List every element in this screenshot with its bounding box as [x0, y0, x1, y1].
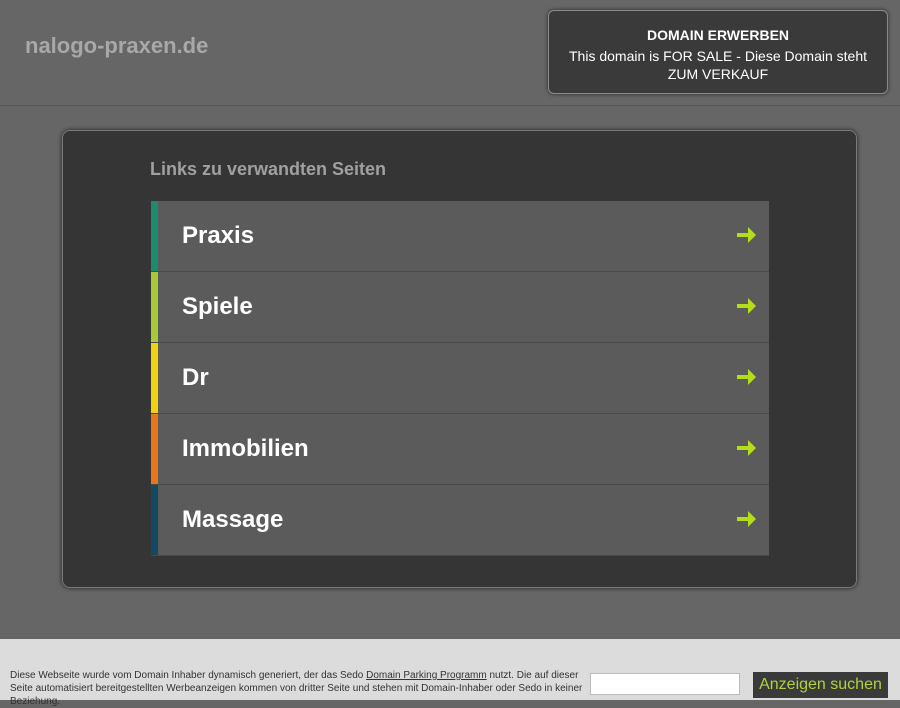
related-links-panel: Links zu verwandten Seiten Praxis Spiele… — [62, 130, 857, 588]
sale-text[interactable]: This domain is FOR SALE - Diese Domain s… — [549, 47, 887, 83]
link-color-bar — [151, 414, 158, 484]
footer: Diese Webseite wurde vom Domain Inhaber … — [0, 639, 900, 707]
link-label[interactable]: Immobilien — [182, 435, 309, 463]
link-item-immobilien[interactable]: Immobilien — [151, 414, 769, 485]
disclaimer-text: Diese Webseite wurde vom Domain Inhaber … — [10, 669, 585, 708]
link-item-massage[interactable]: Massage — [151, 485, 769, 556]
arrow-right-icon[interactable] — [735, 436, 757, 460]
link-color-bar — [151, 201, 158, 271]
link-item-praxis[interactable]: Praxis — [151, 201, 769, 272]
disclaimer-before: Diese Webseite wurde vom Domain Inhaber … — [10, 670, 367, 681]
domain-sale-box[interactable]: DOMAIN ERWERBEN This domain is FOR SALE … — [548, 10, 888, 94]
site-title: nalogo-praxen.de — [25, 33, 209, 58]
search-input[interactable] — [590, 673, 740, 695]
search-ads-button[interactable]: Anzeigen suchen — [753, 672, 888, 698]
arrow-right-icon[interactable] — [735, 365, 757, 389]
link-label[interactable]: Massage — [182, 506, 283, 534]
link-label[interactable]: Praxis — [182, 222, 254, 250]
domain-parking-link[interactable]: Domain Parking Programm — [366, 670, 487, 681]
arrow-right-icon[interactable] — [735, 507, 757, 531]
main-area: Links zu verwandten Seiten Praxis Spiele… — [0, 106, 900, 639]
link-list: Praxis Spiele Dr Immobilien Massage — [151, 201, 769, 556]
header: nalogo-praxen.de DOMAIN ERWERBEN This do… — [0, 0, 900, 106]
link-item-dr[interactable]: Dr — [151, 343, 769, 414]
panel-heading: Links zu verwandten Seiten — [150, 159, 387, 179]
link-color-bar — [151, 343, 158, 413]
arrow-right-icon[interactable] — [735, 223, 757, 247]
arrow-right-icon[interactable] — [735, 294, 757, 318]
link-item-spiele[interactable]: Spiele — [151, 272, 769, 343]
link-color-bar — [151, 485, 158, 555]
sale-title[interactable]: DOMAIN ERWERBEN — [549, 27, 887, 43]
link-color-bar — [151, 272, 158, 342]
link-label[interactable]: Dr — [182, 364, 209, 392]
link-label[interactable]: Spiele — [182, 293, 253, 321]
